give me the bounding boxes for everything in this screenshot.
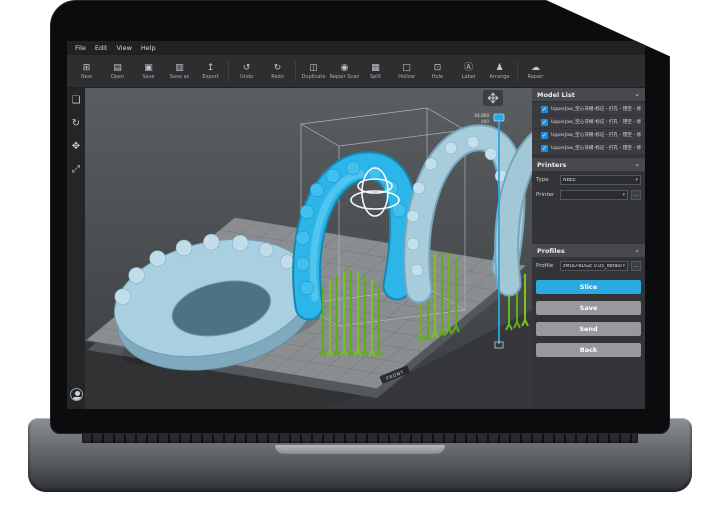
label-icon: Ⓐ — [464, 63, 473, 73]
undo-icon: ↺ — [243, 63, 251, 73]
right-panel: Model List ⌄ ✓ UpperJaw_空心牙模-标记 - 打孔 - 镂… — [532, 88, 645, 409]
chevron-down-icon[interactable]: ⌄ — [634, 91, 640, 98]
slider-value: 43.000 — [474, 113, 489, 118]
toolbar-save-as-button[interactable]: ▥ Save as — [164, 55, 195, 87]
save-as-icon: ▥ — [175, 63, 184, 73]
slider-handle[interactable] — [494, 114, 504, 121]
user-avatar[interactable] — [70, 388, 83, 401]
hole-icon: ⊡ — [434, 63, 442, 73]
menu-file[interactable]: File — [75, 44, 86, 52]
type-label: Type — [536, 177, 557, 183]
laptop-mockup: File Edit View Help ⊞ New ▤ Open ▣ Save — [0, 0, 720, 519]
menu-edit[interactable]: Edit — [95, 44, 108, 52]
arrange-icon: ♟ — [495, 63, 503, 73]
caret-down-icon: ▾ — [635, 177, 638, 183]
profile-select[interactable]: zMUD-BDGE 0.05_default ▾ — [560, 261, 628, 271]
scale-icon[interactable]: ⤢ — [72, 165, 80, 175]
model-list-item[interactable]: ✓ UpperJaw_空心牙模-标记 - 打孔 - 镂空 - 修 — [532, 116, 645, 128]
toolbar-save-button[interactable]: ▣ Save — [133, 55, 164, 87]
export-icon: ↥ — [207, 63, 215, 73]
model-list-item[interactable]: ✓ UpperJaw_空心牙模-标记 - 打孔 - 镂空 - 修 — [532, 103, 645, 115]
profile-label: Profile — [536, 263, 557, 269]
checkbox-checked[interactable]: ✓ — [541, 106, 548, 113]
send-button[interactable]: Send — [536, 322, 641, 336]
slider-max: 490 — [481, 119, 489, 124]
chevron-down-icon[interactable]: ⌄ — [634, 161, 640, 168]
profiles-header[interactable]: Profiles ⌄ — [532, 244, 645, 257]
redo-icon: ↻ — [274, 63, 282, 73]
toolbar-separator — [295, 61, 296, 81]
caret-down-icon: ▾ — [622, 263, 625, 269]
import-model-icon[interactable]: ❏ — [72, 96, 81, 106]
repair-scan-icon: ◉ — [341, 63, 349, 73]
model-list: ✓ UpperJaw_空心牙模-标记 - 打孔 - 镂空 - 修 ✓ Upper… — [532, 101, 645, 158]
checkbox-checked[interactable]: ✓ — [541, 119, 548, 126]
laptop-lid: File Edit View Help ⊞ New ▤ Open ▣ Save — [50, 0, 670, 434]
toolbar-label-button[interactable]: Ⓐ Label — [453, 55, 484, 87]
menu-bar: File Edit View Help — [67, 41, 645, 55]
laptop-trackpad-notch — [275, 445, 445, 455]
toolbar-separator — [228, 61, 229, 81]
printer-select[interactable]: ▾ — [560, 190, 628, 200]
toolbar-redo-button[interactable]: ↻ Redo — [262, 55, 293, 87]
rotate-icon[interactable]: ↻ — [72, 119, 80, 129]
move-icon[interactable]: ✥ — [72, 142, 80, 152]
model-list-item[interactable]: ✓ UpperJaw_空心牙模-标记 - 打孔 - 镂空 - 修 — [532, 142, 645, 154]
model-list-item[interactable]: ✓ UpperJaw_空心牙模-标记 - 打孔 - 镂空 - 修 — [532, 129, 645, 141]
menu-view[interactable]: View — [116, 44, 131, 52]
toolbar-split-button[interactable]: ▦ Split — [360, 55, 391, 87]
toolbar-repair-scan-button[interactable]: ◉ Repair Scan — [329, 55, 360, 87]
save-button[interactable]: Save — [536, 301, 641, 315]
move-control[interactable] — [483, 90, 503, 106]
app-window: File Edit View Help ⊞ New ▤ Open ▣ Save — [67, 41, 645, 409]
chevron-down-icon[interactable]: ⌄ — [634, 247, 640, 254]
checkbox-checked[interactable]: ✓ — [541, 145, 548, 152]
printer-type-select[interactable]: NBEE ▾ — [560, 175, 641, 185]
toolbar-new-button[interactable]: ⊞ New — [71, 55, 102, 87]
model-list-header[interactable]: Model List ⌄ — [532, 88, 645, 101]
toolbar-arrange-button[interactable]: ♟ Arrange — [484, 55, 515, 87]
toolbar-hollow-button[interactable]: □ Hollow — [391, 55, 422, 87]
duplicate-icon: ◫ — [309, 63, 318, 73]
toolbar-open-button[interactable]: ▤ Open — [102, 55, 133, 87]
hollow-icon: □ — [402, 63, 411, 73]
toolbar-duplicate-button[interactable]: ◫ Duplicate — [298, 55, 329, 87]
checkbox-checked[interactable]: ✓ — [541, 132, 548, 139]
menu-help[interactable]: Help — [141, 44, 156, 52]
split-icon: ▦ — [371, 63, 380, 73]
slice-button[interactable]: Slice — [536, 280, 641, 294]
new-file-icon: ⊞ — [83, 63, 91, 73]
toolbar: ⊞ New ▤ Open ▣ Save ▥ Save as ↥ Export — [67, 55, 645, 88]
open-folder-icon: ▤ — [113, 63, 122, 73]
printer-label: Printer — [536, 192, 557, 198]
viewport-canvas[interactable]: FRONT — [85, 88, 532, 409]
printers-header[interactable]: Printers ⌄ — [532, 158, 645, 171]
repair-icon: ☁ — [531, 63, 540, 73]
profile-more-button[interactable]: ... — [631, 261, 641, 271]
toolbar-hole-button[interactable]: ⊡ Hole — [422, 55, 453, 87]
save-icon: ▣ — [144, 63, 153, 73]
printer-more-button[interactable]: ... — [631, 190, 641, 200]
back-button[interactable]: Back — [536, 343, 641, 357]
toolbar-separator — [517, 61, 518, 81]
toolbar-export-button[interactable]: ↥ Export — [195, 55, 226, 87]
caret-down-icon: ▾ — [622, 192, 625, 198]
toolbar-repair-button[interactable]: ☁ Repair — [520, 55, 551, 87]
action-buttons: Slice Save Send Back — [532, 277, 645, 360]
left-tool-strip: ❏ ↻ ✥ ⤢ — [67, 88, 85, 409]
toolbar-undo-button[interactable]: ↺ Undo — [231, 55, 262, 87]
